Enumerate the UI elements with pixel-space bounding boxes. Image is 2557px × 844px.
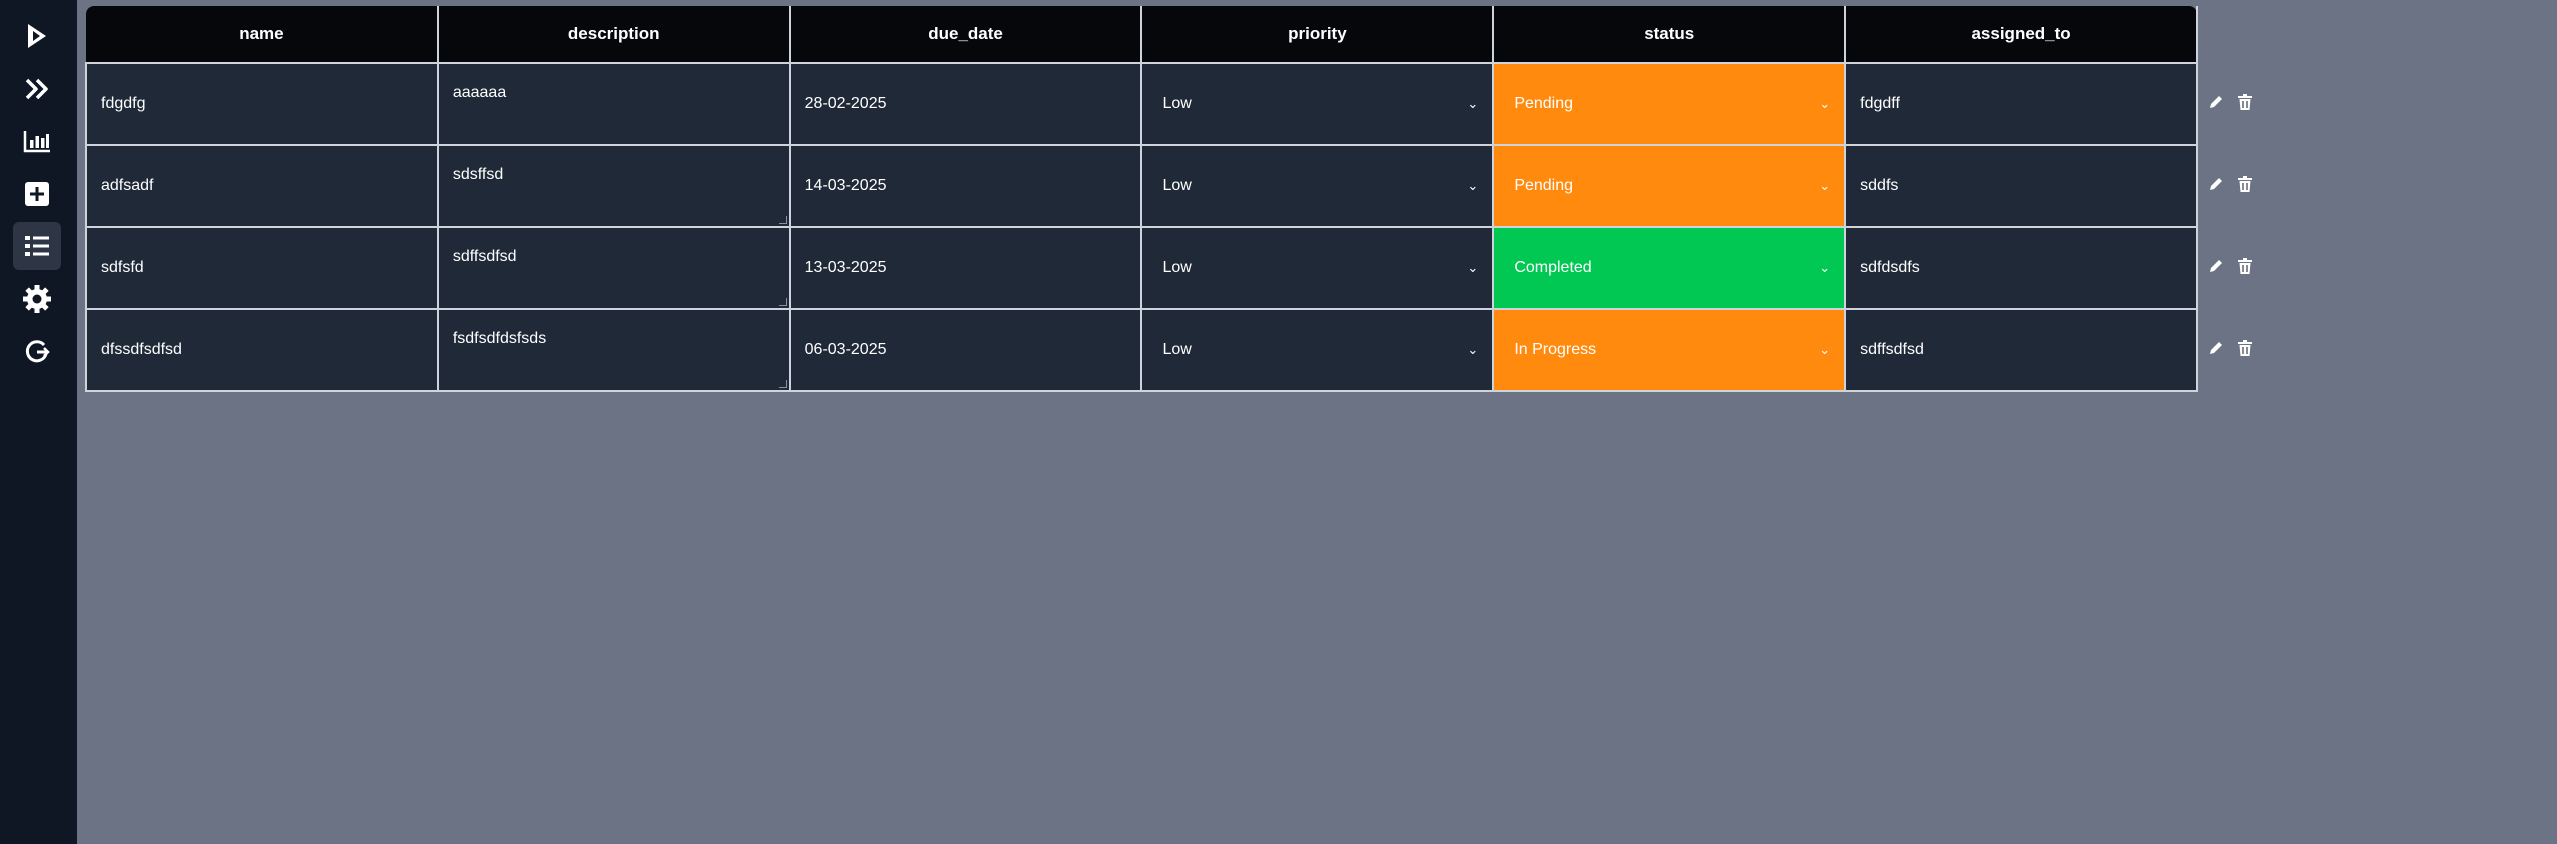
chart-icon[interactable]: [13, 117, 61, 165]
due-date-input[interactable]: 14-03-2025: [788, 144, 1143, 228]
resize-handle[interactable]: [778, 216, 787, 224]
status-value: Completed: [1514, 259, 1592, 276]
table-row: sdfsfd sdffsdfsd 13-03-2025 Low ⌄ Complet…: [85, 226, 2198, 310]
priority-select[interactable]: Low ⌄: [1140, 308, 1495, 392]
priority-select[interactable]: Low ⌄: [1140, 226, 1495, 310]
status-select[interactable]: In Progress ⌄: [1492, 308, 1847, 392]
due-date-input[interactable]: 06-03-2025: [788, 308, 1143, 392]
description-text: sdffsdfsd: [452, 248, 517, 265]
logout-icon[interactable]: [13, 328, 61, 376]
settings-icon[interactable]: [13, 275, 61, 323]
assigned-to-cell[interactable]: sdfdsdfs: [1844, 226, 2198, 310]
name-cell[interactable]: sdfsfd: [85, 226, 439, 310]
description-textarea[interactable]: aaaaaa: [436, 62, 791, 146]
priority-select[interactable]: Low ⌄: [1140, 62, 1495, 146]
sidebar: [0, 0, 77, 844]
chevron-down-icon: ⌄: [1819, 260, 1831, 275]
description-textarea[interactable]: sdsffsd: [436, 144, 791, 228]
description-text: aaaaaa: [452, 84, 507, 101]
table-header-row: name description due_date priority statu…: [86, 6, 2198, 64]
chevron-down-icon: ⌄: [1819, 342, 1831, 357]
chevron-down-icon: ⌄: [1467, 96, 1479, 111]
status-select[interactable]: Completed ⌄: [1492, 226, 1847, 310]
trash-icon[interactable]: [2238, 94, 2252, 110]
description-textarea[interactable]: fsdfsdfdsfsds: [436, 308, 791, 392]
trash-icon[interactable]: [2238, 176, 2252, 192]
row-actions: [2208, 258, 2252, 274]
name-cell[interactable]: dfssdfsdfsd: [85, 308, 439, 392]
chevron-down-icon: ⌄: [1467, 178, 1479, 193]
edit-icon[interactable]: [2208, 176, 2224, 192]
column-header-description: description: [436, 6, 791, 64]
assigned-to-cell[interactable]: sddfs: [1844, 144, 2198, 228]
tasks-table-wrapper: name description due_date priority statu…: [85, 6, 2198, 392]
edit-icon[interactable]: [2208, 94, 2224, 110]
column-header-priority: priority: [1140, 6, 1495, 64]
column-header-due-date: due_date: [788, 6, 1143, 64]
assigned-to-cell[interactable]: fdgdff: [1844, 62, 2198, 146]
name-cell[interactable]: fdgdfg: [85, 62, 439, 146]
name-cell[interactable]: adfsadf: [85, 144, 439, 228]
status-select[interactable]: Pending ⌄: [1492, 62, 1847, 146]
column-header-status: status: [1492, 6, 1847, 64]
edit-icon[interactable]: [2208, 340, 2224, 356]
edit-icon[interactable]: [2208, 258, 2224, 274]
logo-icon[interactable]: [13, 12, 61, 60]
assigned-to-cell[interactable]: sdffsdfsd: [1844, 308, 2198, 392]
row-actions: [2208, 94, 2252, 110]
due-date-input[interactable]: 13-03-2025: [788, 226, 1143, 310]
row-actions: [2208, 340, 2252, 356]
trash-icon[interactable]: [2238, 340, 2252, 356]
status-value: Pending: [1514, 177, 1574, 194]
status-value: Pending: [1514, 95, 1574, 112]
column-header-assigned-to: assigned_to: [1844, 6, 2198, 64]
description-textarea[interactable]: sdffsdfsd: [436, 226, 791, 310]
priority-value: Low: [1162, 341, 1192, 358]
trash-icon[interactable]: [2238, 258, 2252, 274]
row-actions: [2208, 176, 2252, 192]
chevron-down-icon: ⌄: [1467, 260, 1479, 275]
table-row: fdgdfg aaaaaa 28-02-2025 Low ⌄ Pending ⌄ f…: [85, 62, 2198, 146]
status-select[interactable]: Pending ⌄: [1492, 144, 1847, 228]
status-value: In Progress: [1514, 341, 1597, 358]
due-date-input[interactable]: 28-02-2025: [788, 62, 1143, 146]
priority-value: Low: [1162, 95, 1192, 112]
description-text: fsdfsdfdsfsds: [452, 330, 547, 347]
chevron-down-icon: ⌄: [1819, 178, 1831, 193]
priority-value: Low: [1162, 177, 1192, 194]
list-icon[interactable]: [13, 222, 61, 270]
resize-handle[interactable]: [778, 298, 787, 306]
chevron-down-icon: ⌄: [1819, 96, 1831, 111]
expand-icon[interactable]: [13, 65, 61, 113]
priority-value: Low: [1162, 259, 1192, 276]
priority-select[interactable]: Low ⌄: [1140, 144, 1495, 228]
table-row: dfssdfsdfsd fsdfsdfdsfsds 06-03-2025 Low…: [85, 308, 2198, 392]
resize-handle[interactable]: [778, 380, 787, 388]
column-header-name: name: [86, 6, 439, 64]
tasks-table: name description due_date priority statu…: [85, 6, 2198, 392]
table-row: adfsadf sdsffsd 14-03-2025 Low ⌄ Pending ⌄…: [85, 144, 2198, 228]
add-icon[interactable]: [13, 170, 61, 218]
chevron-down-icon: ⌄: [1467, 342, 1479, 357]
description-text: sdsffsd: [452, 166, 504, 183]
